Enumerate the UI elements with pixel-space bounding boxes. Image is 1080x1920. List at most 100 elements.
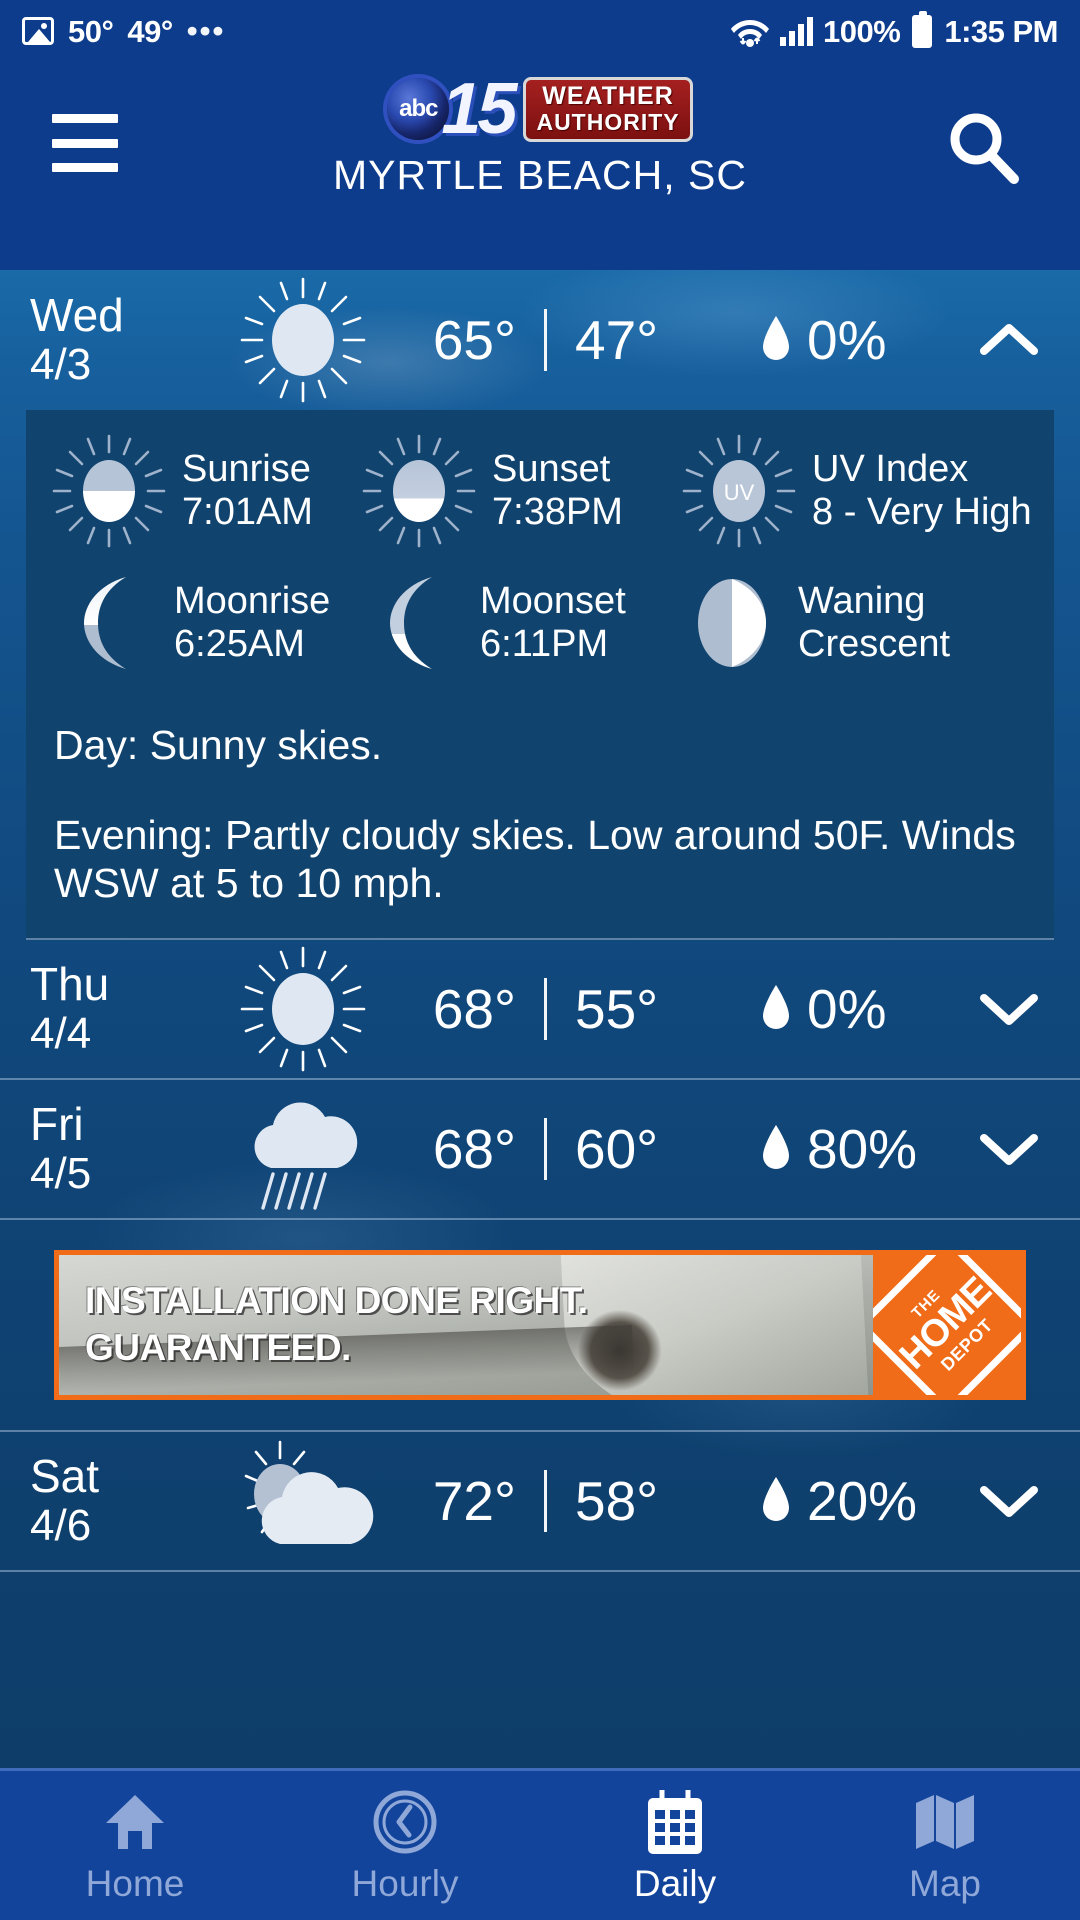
- home-depot-diamond: THE HOME DEPOT: [873, 1254, 1021, 1395]
- temp-separator: [544, 1469, 547, 1532]
- astro-row-moon: Moonrise 6:25AM Moonset 6:11PM Waning Cr…: [40, 568, 1040, 678]
- water-drop-icon: [763, 1124, 789, 1169]
- sunset-text: Sunset 7:38PM: [492, 448, 623, 533]
- water-drop-icon: [763, 1476, 789, 1521]
- weather-authority-line1: WEATHER: [542, 81, 674, 110]
- moonset-icon: [390, 577, 432, 669]
- nav-label-map: Map: [909, 1863, 981, 1904]
- collapse-chevron-up-icon[interactable]: [974, 320, 1044, 360]
- forecast-detail-panel-wed: Sunrise 7:01AM Sunset 7:38PM UV UV Index…: [26, 410, 1054, 940]
- overflow-dots-icon: •••: [186, 13, 226, 48]
- moonset-value: 6:11PM: [480, 623, 609, 665]
- status-bar-right: 100% 1:35 PM: [730, 10, 1058, 49]
- day-date: 4/5: [30, 1148, 92, 1198]
- narrative-day: Day: Sunny skies.: [54, 722, 383, 768]
- sunset-icon: [362, 434, 476, 548]
- expand-chevron-down-icon[interactable]: [974, 989, 1044, 1029]
- sunrise-value: 7:01AM: [182, 491, 313, 533]
- moonset-cell: Moonset 6:11PM: [360, 568, 680, 678]
- day-name: Sat: [30, 1450, 100, 1503]
- partly-cloudy-icon: [215, 1436, 390, 1566]
- forecast-row-wed[interactable]: Wed 4/3 65° 47° 0%: [0, 270, 1080, 410]
- photo-notification-icon: [22, 17, 54, 45]
- forecast-day-label: Fri 4/5: [30, 1098, 215, 1198]
- forecast-temperatures: 68° 60°: [390, 1117, 759, 1181]
- clock-label: 1:35 PM: [944, 13, 1058, 49]
- app-header: abc 15 WEATHER AUTHORITY MYRTLE BEACH, S…: [0, 62, 1080, 270]
- moonrise-cell: Moonrise 6:25AM: [40, 568, 360, 678]
- location-label: MYRTLE BEACH, SC: [333, 152, 747, 198]
- forecast-day-label: Sat 4/6: [30, 1450, 215, 1550]
- abc-logo-icon: abc: [387, 78, 450, 140]
- bottom-navigation-bar: Home Hourly Daily Map: [0, 1768, 1080, 1920]
- astro-row-sun: Sunrise 7:01AM Sunset 7:38PM UV UV Index…: [40, 432, 1040, 550]
- water-drop-icon: [763, 984, 789, 1029]
- temp-separator: [544, 1117, 547, 1180]
- sunny-icon: [215, 944, 390, 1074]
- brand-logo-row: abc 15 WEATHER AUTHORITY: [387, 69, 693, 149]
- daily-forecast-list[interactable]: Wed 4/3 65° 47° 0% Sunrise 7:01AM Sunset…: [0, 270, 1080, 1768]
- calendar-icon: [644, 1789, 706, 1855]
- expand-chevron-down-icon[interactable]: [974, 1129, 1044, 1169]
- forecast-row-sat[interactable]: Sat 4/6 72° 58° 20%: [0, 1432, 1080, 1572]
- rain-icon: [215, 1084, 390, 1214]
- pop-value: 80%: [807, 1117, 918, 1180]
- nav-tab-daily[interactable]: Daily: [540, 1789, 810, 1902]
- temp-high: 68°: [432, 1117, 516, 1180]
- forecast-temperatures: 65° 47°: [390, 308, 759, 372]
- forecast-narrative: Day: Sunny skies. Evening: Partly cloudy…: [40, 722, 1040, 908]
- precip-probability: 0%: [759, 308, 974, 372]
- day-date: 4/6: [30, 1500, 92, 1550]
- precip-probability: 80%: [759, 1117, 974, 1181]
- battery-icon: [912, 10, 933, 48]
- clock-icon: [372, 1789, 438, 1855]
- pop-value: 0%: [807, 977, 887, 1040]
- nav-tab-map[interactable]: Map: [810, 1789, 1080, 1902]
- home-depot-ad-banner[interactable]: INSTALLATION DONE RIGHT. GUARANTEED. THE…: [54, 1249, 1026, 1400]
- status-bar-left: 50° 49° •••: [22, 13, 225, 49]
- nav-label-hourly: Hourly: [351, 1863, 459, 1904]
- status-temp-low: 49°: [127, 13, 173, 49]
- home-depot-logo-icon: THE HOME DEPOT: [873, 1254, 1021, 1395]
- moon-phase-cell: Waning Crescent: [680, 568, 1040, 678]
- day-name: Wed: [30, 289, 124, 342]
- sunrise-label: Sunrise: [182, 448, 311, 491]
- menu-hamburger-icon[interactable]: [52, 114, 118, 172]
- moonrise-icon: [84, 577, 126, 669]
- search-icon[interactable]: [942, 106, 1028, 192]
- hamburger-bar: [52, 163, 118, 172]
- nav-label-home: Home: [85, 1863, 185, 1904]
- cellular-signal-icon: [780, 16, 814, 46]
- weather-authority-badge: WEATHER AUTHORITY: [523, 76, 693, 142]
- day-date: 4/4: [30, 1008, 92, 1058]
- home-icon: [102, 1789, 168, 1855]
- temp-low: 55°: [575, 977, 659, 1040]
- moon-phase-text: Waning Crescent: [798, 580, 950, 665]
- nav-label-daily: Daily: [633, 1863, 717, 1904]
- sunset-cell: Sunset 7:38PM: [360, 432, 680, 550]
- nav-tab-home[interactable]: Home: [0, 1789, 270, 1902]
- sunny-icon: [215, 275, 390, 405]
- forecast-row-thu[interactable]: Thu 4/4 68° 55° 0%: [0, 940, 1080, 1080]
- hamburger-bar: [52, 114, 118, 123]
- day-name: Fri: [30, 1098, 84, 1151]
- moonset-label: Moonset: [480, 580, 626, 623]
- channel-number: 15: [441, 69, 517, 149]
- uv-index-cell: UV UV Index 8 - Very High: [680, 432, 1040, 550]
- moonrise-value: 6:25AM: [174, 623, 305, 665]
- uv-index-text: UV Index 8 - Very High: [812, 448, 1032, 533]
- sunrise-cell: Sunrise 7:01AM: [40, 432, 360, 550]
- ad-headline: INSTALLATION DONE RIGHT. GUARANTEED.: [59, 1281, 588, 1368]
- forecast-temperatures: 68° 55°: [390, 977, 759, 1041]
- map-icon: [912, 1789, 978, 1855]
- weather-authority-line2: AUTHORITY: [536, 108, 680, 135]
- moonset-text: Moonset 6:11PM: [480, 580, 626, 665]
- expand-chevron-down-icon[interactable]: [974, 1481, 1044, 1521]
- wifi-icon: [730, 14, 770, 48]
- uv-index-value: 8 - Very High: [812, 491, 1032, 533]
- sunrise-text: Sunrise 7:01AM: [182, 448, 313, 533]
- temp-separator: [544, 977, 547, 1040]
- nav-tab-hourly[interactable]: Hourly: [270, 1789, 540, 1902]
- forecast-row-fri[interactable]: Fri 4/5 68° 60° 80%: [0, 1080, 1080, 1220]
- ad-image: INSTALLATION DONE RIGHT. GUARANTEED.: [59, 1254, 873, 1395]
